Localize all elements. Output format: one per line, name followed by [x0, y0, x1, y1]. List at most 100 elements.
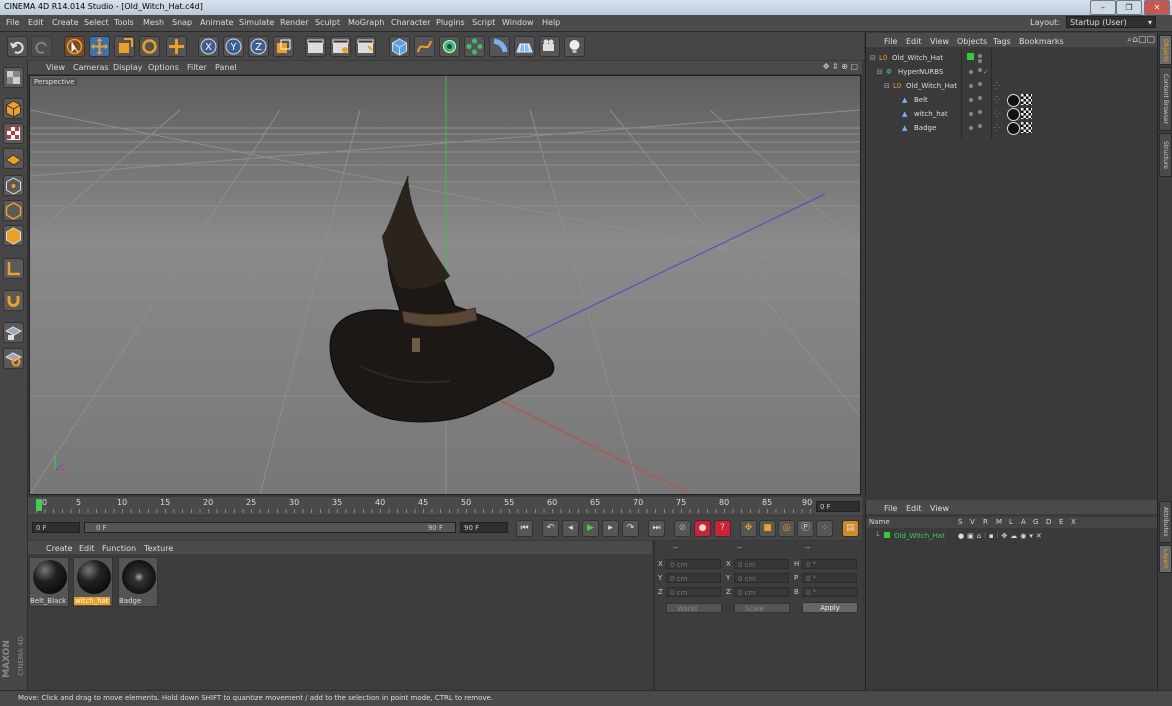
- layer-flags-icons[interactable]: ●▣⌂⫶▪⫶✥☁◉▾✕: [958, 532, 1045, 541]
- phong-tag-icon[interactable]: ⁛: [994, 82, 1000, 90]
- size-mode-dropdown[interactable]: Scale: [734, 603, 790, 613]
- tab-structure[interactable]: Structure: [1159, 133, 1172, 177]
- obj-menu-file[interactable]: File: [884, 37, 897, 46]
- rotation-p-field[interactable]: 0 °: [802, 573, 857, 583]
- add-deformer-button[interactable]: [489, 36, 510, 57]
- vp-menu-display[interactable]: Display: [113, 63, 143, 72]
- close-button[interactable]: ✕: [1144, 0, 1170, 15]
- key-parameter-button[interactable]: Ⓟ: [797, 520, 814, 537]
- vp-menu-view[interactable]: View: [46, 63, 65, 72]
- mat-menu-texture[interactable]: Texture: [144, 544, 173, 553]
- add-spline-button[interactable]: [414, 36, 435, 57]
- position-x-field[interactable]: 0 cm: [666, 559, 721, 569]
- menu-tools[interactable]: Tools: [114, 18, 134, 27]
- menu-sculpt[interactable]: Sculpt: [315, 18, 340, 27]
- layer-color-swatch[interactable]: [884, 532, 890, 538]
- object-row[interactable]: ⊟ L0 Old_Witch_Hat ⁛: [866, 79, 1157, 93]
- mat-menu-function[interactable]: Function: [102, 544, 136, 553]
- search-home-icons[interactable]: ⌕⌂▢▢: [1127, 35, 1155, 45]
- scale-tool-button[interactable]: [114, 36, 135, 57]
- maximize-button[interactable]: ❐: [1116, 0, 1142, 15]
- add-scene-button[interactable]: [514, 36, 535, 57]
- timeline-ruler[interactable]: 0 5 10 15 20 25 30 35 40 45 50 55 60 65 …: [28, 497, 862, 515]
- mat-menu-create[interactable]: Create: [46, 544, 73, 553]
- menu-create[interactable]: Create: [52, 18, 79, 27]
- vp-menu-cameras[interactable]: Cameras: [73, 63, 109, 72]
- editor-dot[interactable]: [978, 96, 982, 100]
- move-tool-button[interactable]: [89, 36, 110, 57]
- y-axis-lock-button[interactable]: Y: [223, 36, 244, 57]
- tab-attributes[interactable]: Attributes: [1159, 501, 1172, 543]
- checkmark-icon[interactable]: ✓: [983, 68, 989, 76]
- timeline-window-button[interactable]: ▤: [842, 520, 859, 537]
- layer-menu-file[interactable]: File: [884, 504, 897, 513]
- object-row[interactable]: ⊟ L0 Old_Witch_Hat: [866, 51, 1157, 65]
- menu-snap[interactable]: Snap: [172, 18, 192, 27]
- menu-window[interactable]: Window: [502, 18, 534, 27]
- menu-help[interactable]: Help: [542, 18, 560, 27]
- render-settings-button[interactable]: [355, 36, 376, 57]
- size-z-field[interactable]: 0 cm: [734, 587, 789, 597]
- layer-color-swatch[interactable]: [967, 53, 974, 60]
- menu-animate[interactable]: Animate: [200, 18, 234, 27]
- phong-tag-icon[interactable]: ⁛: [994, 96, 1000, 104]
- current-frame-field[interactable]: 0 F: [816, 501, 860, 512]
- position-z-field[interactable]: 0 cm: [666, 587, 721, 597]
- render-view-button[interactable]: [305, 36, 326, 57]
- menu-edit[interactable]: Edit: [28, 18, 44, 27]
- previous-frame-button[interactable]: ◂: [562, 520, 579, 537]
- uvw-tag-icon[interactable]: [1021, 122, 1032, 133]
- add-array-button[interactable]: [464, 36, 485, 57]
- editor-dot[interactable]: [978, 68, 982, 72]
- material-swatch[interactable]: Badge: [118, 557, 158, 607]
- editor-dot[interactable]: [978, 124, 982, 128]
- z-axis-lock-button[interactable]: Z: [248, 36, 269, 57]
- expand-icon[interactable]: ⊟: [877, 68, 883, 76]
- witch-hat-model[interactable]: [329, 175, 555, 423]
- menu-character[interactable]: Character: [391, 18, 431, 27]
- editor-dot[interactable]: [978, 110, 982, 114]
- keyframe-selection-button[interactable]: ?: [714, 520, 731, 537]
- material-swatch[interactable]: witch_hat: [73, 557, 113, 607]
- frame-range-slider[interactable]: 0 F 90 F: [84, 522, 456, 533]
- previous-key-button[interactable]: ↶: [542, 520, 559, 537]
- tab-layers[interactable]: Layers: [1159, 545, 1172, 573]
- expand-icon[interactable]: ⊟: [870, 54, 876, 62]
- rotation-h-field[interactable]: 0 °: [802, 559, 857, 569]
- position-y-field[interactable]: 0 cm: [666, 573, 721, 583]
- planar-workplane-button[interactable]: [3, 348, 24, 369]
- tab-objects[interactable]: Objects: [1159, 35, 1172, 65]
- snapping-button[interactable]: [3, 290, 24, 311]
- editor-dot[interactable]: [978, 82, 982, 86]
- rotation-b-field[interactable]: 0 °: [802, 587, 857, 597]
- coordinate-system-button[interactable]: [273, 36, 294, 57]
- end-frame-field[interactable]: 90 F: [460, 522, 508, 533]
- layout-select[interactable]: Startup (User) ▾: [1066, 16, 1156, 28]
- object-row[interactable]: ▲ witch_hat ⁛: [866, 107, 1157, 121]
- locked-workplane-button[interactable]: [3, 322, 24, 343]
- go-to-end-button[interactable]: ⏭: [648, 520, 665, 537]
- start-frame-field[interactable]: 0 F: [32, 522, 80, 533]
- live-selection-button[interactable]: [64, 36, 85, 57]
- apply-button[interactable]: Apply: [802, 602, 858, 613]
- menu-file[interactable]: File: [6, 18, 19, 27]
- menu-plugins[interactable]: Plugins: [436, 18, 465, 27]
- mat-menu-edit[interactable]: Edit: [79, 544, 95, 553]
- key-rotation-button[interactable]: ◎: [778, 520, 795, 537]
- add-camera-button[interactable]: [539, 36, 560, 57]
- menu-select[interactable]: Select: [84, 18, 109, 27]
- texture-mode-button[interactable]: [3, 123, 24, 144]
- add-light-button[interactable]: [564, 36, 585, 57]
- transform-tool-button[interactable]: [166, 36, 187, 57]
- material-tag-icon[interactable]: [1007, 122, 1020, 135]
- perspective-viewport[interactable]: Perspective: [29, 75, 861, 495]
- object-row[interactable]: ▲ Belt ⁛: [866, 93, 1157, 107]
- play-button[interactable]: ▶: [582, 520, 599, 537]
- material-tag-icon[interactable]: [1007, 108, 1020, 121]
- menu-mesh[interactable]: Mesh: [143, 18, 164, 27]
- uvw-tag-icon[interactable]: [1021, 108, 1032, 119]
- workplane-mode-button[interactable]: [3, 148, 24, 169]
- render-dot[interactable]: [978, 59, 982, 63]
- render-picture-viewer-button[interactable]: [330, 36, 351, 57]
- obj-menu-tags[interactable]: Tags: [993, 37, 1011, 46]
